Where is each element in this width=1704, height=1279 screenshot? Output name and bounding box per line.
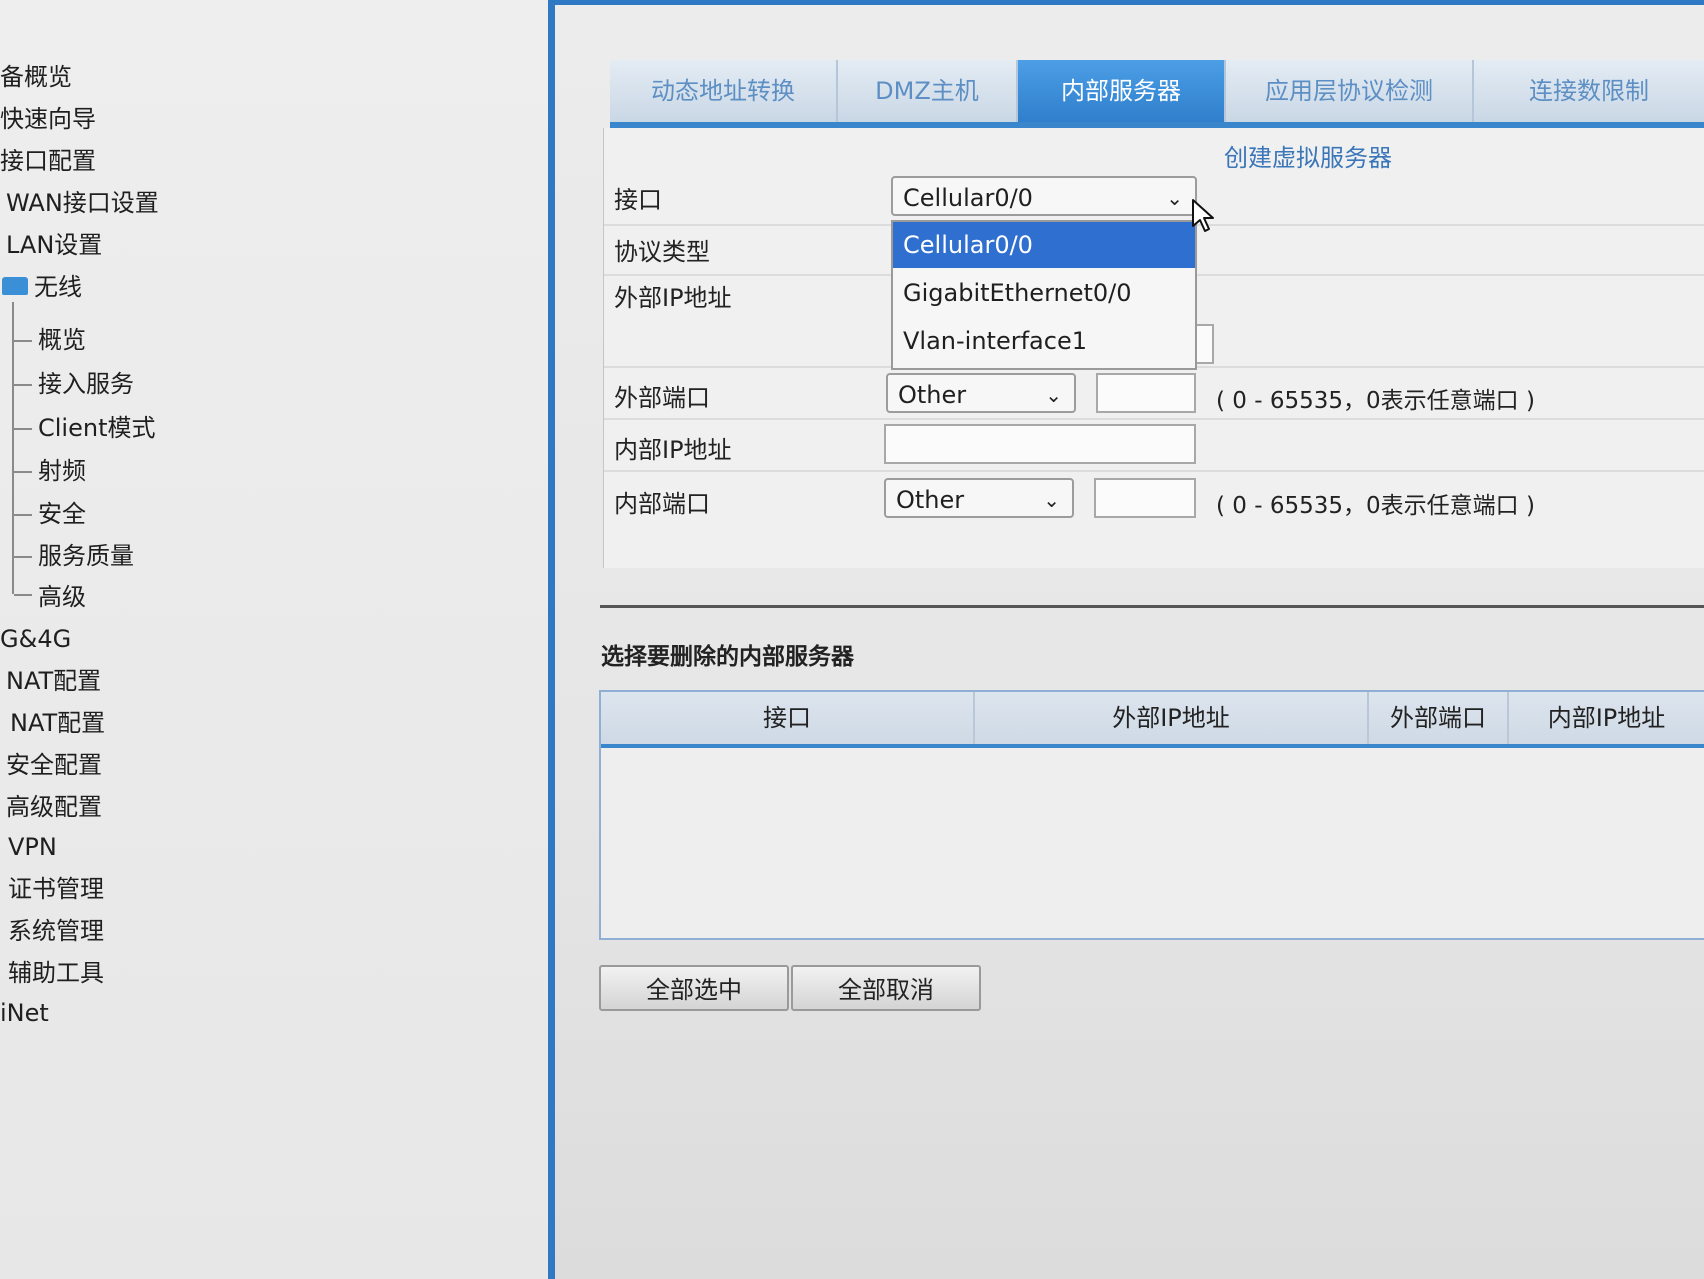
interface-select[interactable]: Cellular0/0 ⌄ xyxy=(891,176,1197,216)
tree-line xyxy=(12,302,14,594)
sidebar-item-advanced-config[interactable]: 高级配置 xyxy=(6,790,102,824)
protocol-label: 协议类型 xyxy=(614,238,710,266)
dropdown-option-gigabitethernet[interactable]: GigabitEthernet0/0 xyxy=(893,270,1195,316)
internal-port-select[interactable]: Other ⌄ xyxy=(884,478,1074,518)
chevron-down-icon: ⌄ xyxy=(1043,488,1060,512)
row-divider xyxy=(604,418,1704,420)
dropdown-option-cellular[interactable]: Cellular0/0 xyxy=(893,222,1195,268)
sidebar-item-qos[interactable]: 服务质量 xyxy=(38,539,134,573)
tab-alg-detection[interactable]: 应用层协议检测 xyxy=(1226,60,1474,122)
tree-branch xyxy=(14,384,32,386)
tree-branch xyxy=(14,514,32,516)
virtual-server-form: 创建虚拟服务器 接口 Cellular0/0 ⌄ 协议类型 外部IP地址 外部端… xyxy=(603,128,1704,568)
tab-connection-limit[interactable]: 连接数限制 xyxy=(1474,60,1704,122)
sidebar-item-wan-settings[interactable]: WAN接口设置 xyxy=(6,186,159,220)
internal-ip-input[interactable] xyxy=(884,424,1196,464)
sidebar-item-quick-wizard[interactable]: 快速向导 xyxy=(0,102,96,136)
tab-bar: 动态地址转换 DMZ主机 内部服务器 应用层协议检测 连接数限制 xyxy=(610,60,1704,128)
main-panel: 动态地址转换 DMZ主机 内部服务器 应用层协议检测 连接数限制 创建虚拟服务器… xyxy=(555,5,1704,1279)
table-header: 接口 外部IP地址 外部端口 内部IP地址 xyxy=(601,692,1704,748)
sidebar-item-3g4g[interactable]: G&4G xyxy=(0,622,71,656)
sidebar-item-nat-config[interactable]: NAT配置 xyxy=(6,664,101,698)
screen: 备概览 快速向导 接口配置 WAN接口设置 LAN设置 无线 概览 接入服务 C… xyxy=(0,0,1704,1279)
sidebar-item-inet[interactable]: iNet xyxy=(0,996,49,1030)
row-divider xyxy=(604,470,1704,472)
sidebar-item-client-mode[interactable]: Client模式 xyxy=(38,411,155,445)
interface-dropdown-list: Cellular0/0 GigabitEthernet0/0 Vlan-inte… xyxy=(891,220,1197,370)
tree-branch xyxy=(14,471,32,473)
chevron-down-icon: ⌄ xyxy=(1166,186,1183,210)
sidebar-item-cert-management[interactable]: 证书管理 xyxy=(8,872,104,906)
tab-dmz-host[interactable]: DMZ主机 xyxy=(838,60,1018,122)
external-port-label: 外部端口 xyxy=(614,384,710,412)
sidebar-item-security[interactable]: 安全 xyxy=(38,497,86,531)
form-title: 创建虚拟服务器 xyxy=(1224,144,1392,172)
tree-branch xyxy=(14,428,32,430)
sidebar-item-advanced[interactable]: 高级 xyxy=(38,580,86,614)
internal-ip-label: 内部IP地址 xyxy=(614,436,732,464)
sidebar-item-access-service[interactable]: 接入服务 xyxy=(38,367,134,401)
sidebar-item-wireless[interactable]: 无线 xyxy=(2,270,82,304)
sidebar: 备概览 快速向导 接口配置 WAN接口设置 LAN设置 无线 概览 接入服务 C… xyxy=(0,0,548,1279)
delete-section-title: 选择要删除的内部服务器 xyxy=(601,644,854,670)
sidebar-item-vpn[interactable]: VPN xyxy=(8,830,57,864)
tree-branch xyxy=(14,594,32,596)
sidebar-item-system-management[interactable]: 系统管理 xyxy=(8,914,104,948)
internal-port-label: 内部端口 xyxy=(614,490,710,518)
mouse-pointer-icon xyxy=(1192,199,1214,232)
interface-label: 接口 xyxy=(614,186,662,214)
section-separator xyxy=(600,605,1704,608)
column-header-interface: 接口 xyxy=(601,692,975,744)
tab-dynamic-nat[interactable]: 动态地址转换 xyxy=(610,60,838,122)
external-ip-label: 外部IP地址 xyxy=(614,284,732,312)
tree-branch xyxy=(14,556,32,558)
column-header-external-ip: 外部IP地址 xyxy=(975,692,1369,744)
internal-server-table: 接口 外部IP地址 外部端口 内部IP地址 xyxy=(599,690,1704,940)
internal-port-input[interactable] xyxy=(1094,478,1196,518)
internal-port-hint: ( 0 - 65535，0表示任意端口 ) xyxy=(1216,493,1535,519)
tree-branch xyxy=(14,340,32,342)
external-port-input[interactable] xyxy=(1096,373,1196,413)
column-header-internal-ip: 内部IP地址 xyxy=(1547,704,1666,732)
sidebar-item-nat-config-sub[interactable]: NAT配置 xyxy=(10,706,105,740)
chevron-down-icon: ⌄ xyxy=(1045,383,1062,407)
column-header-external-port: 外部端口 xyxy=(1369,692,1509,744)
external-port-select[interactable]: Other ⌄ xyxy=(886,373,1076,413)
folder-icon xyxy=(2,277,28,295)
sidebar-item-device-overview[interactable]: 备概览 xyxy=(0,60,72,94)
sidebar-item-overview[interactable]: 概览 xyxy=(38,323,86,357)
dropdown-option-vlan[interactable]: Vlan-interface1 xyxy=(893,318,1195,364)
sidebar-item-radio[interactable]: 射频 xyxy=(38,454,86,488)
select-all-button[interactable]: 全部选中 xyxy=(599,965,789,1011)
external-port-hint: ( 0 - 65535，0表示任意端口 ) xyxy=(1216,388,1535,414)
frame-divider xyxy=(548,0,555,1279)
sidebar-item-security-config[interactable]: 安全配置 xyxy=(6,748,102,782)
sidebar-item-lan-settings[interactable]: LAN设置 xyxy=(6,228,102,262)
tab-internal-server[interactable]: 内部服务器 xyxy=(1018,60,1226,122)
deselect-all-button[interactable]: 全部取消 xyxy=(791,965,981,1011)
sidebar-item-interface-config[interactable]: 接口配置 xyxy=(0,144,96,178)
sidebar-item-tools[interactable]: 辅助工具 xyxy=(8,956,104,990)
